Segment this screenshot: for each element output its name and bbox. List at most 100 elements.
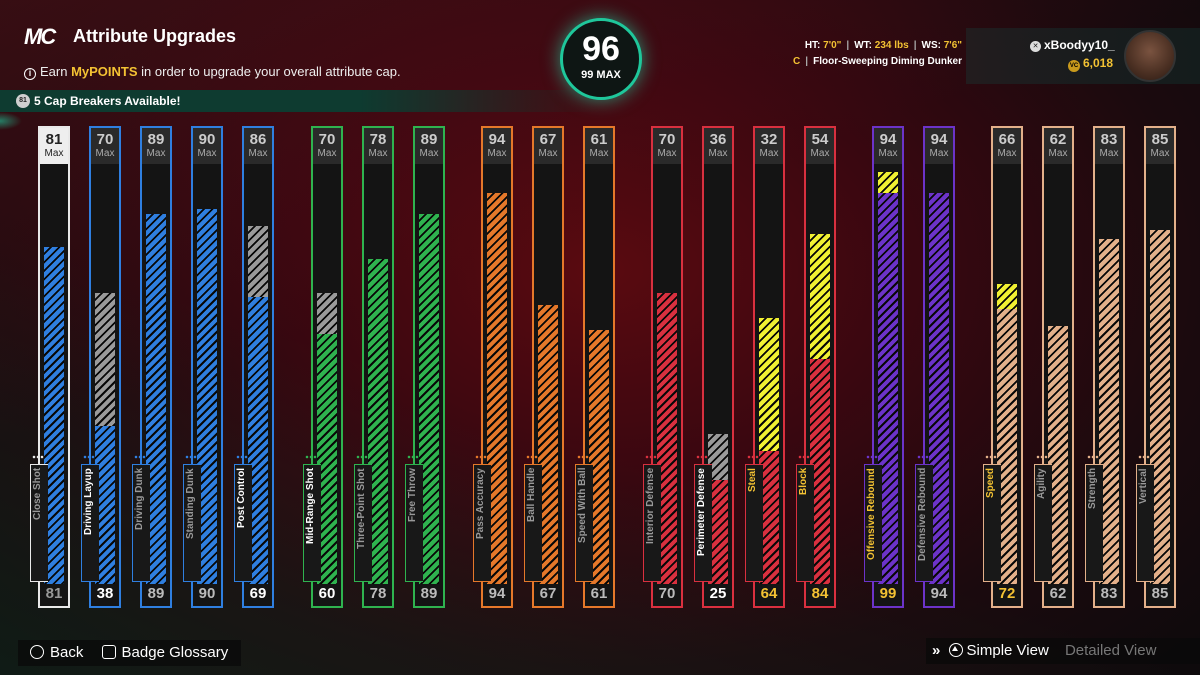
attribute-perimeter-defense[interactable]: 36 Max 25 Perimeter Defense [694, 126, 734, 608]
attribute-max-value: 61 [590, 131, 608, 148]
attribute-current-value: 90 [198, 585, 216, 602]
badge-glossary-label: Badge Glossary [121, 644, 229, 661]
attribute-current-value: 94 [930, 585, 948, 602]
attribute-name: Driving Dunk [134, 468, 145, 531]
attribute-badge-dots [1138, 452, 1150, 462]
attribute-vertical[interactable]: 85 Max 85 Vertical [1136, 126, 1176, 608]
attribute-max-label: Max [997, 148, 1017, 159]
attribute-name: Offensive Rebound [866, 468, 877, 560]
attribute-current-value: 69 [249, 585, 267, 602]
attribute-three-point-shot[interactable]: 78 Max 78 Three-Point Shot [354, 126, 394, 608]
attribute-upgrade-potential-bar [248, 226, 268, 297]
attribute-pass-accuracy[interactable]: 94 Max 94 Pass Accuracy [473, 126, 513, 608]
attribute-current-value: 89 [147, 585, 165, 602]
attribute-agility[interactable]: 62 Max 62 Agility [1034, 126, 1074, 608]
attribute-max-label: Max [248, 148, 268, 159]
attribute-standing-dunk[interactable]: 90 Max 90 Standing Dunk [183, 126, 223, 608]
attribute-current-value: 70 [658, 585, 676, 602]
attribute-name: Interior Defense [645, 468, 656, 545]
attribute-max-value: 81 [45, 131, 63, 148]
attribute-boost-bar [759, 318, 779, 451]
attribute-current-value: 67 [539, 585, 557, 602]
attribute-max-value: 83 [1100, 131, 1118, 148]
badge-glossary-button[interactable]: Badge Glossary [101, 644, 229, 661]
attribute-interior-defense[interactable]: 70 Max 70 Interior Defense [643, 126, 683, 608]
attribute-name: Vertical [1138, 468, 1149, 504]
attribute-current-value: 62 [1049, 585, 1067, 602]
attribute-max-label: Max [1099, 148, 1119, 159]
back-label: Back [50, 644, 84, 661]
attribute-name: Standing Dunk [185, 468, 196, 539]
attribute-max-value: 66 [998, 131, 1016, 148]
attribute-badge-dots [1087, 452, 1099, 462]
attribute-defensive-rebound[interactable]: 94 Max 94 Defensive Rebound [915, 126, 955, 608]
attribute-badge-dots [1036, 452, 1048, 462]
attribute-name: Speed [985, 468, 996, 499]
attribute-max-value: 86 [249, 131, 267, 148]
attribute-name: Pass Accuracy [475, 468, 486, 539]
attribute-max-label: Max [1150, 148, 1170, 159]
attribute-max-value: 90 [198, 131, 216, 148]
attribute-offensive-rebound[interactable]: 94 Max 99 Offensive Rebound [864, 126, 904, 608]
attribute-badge-dots [32, 452, 44, 462]
attribute-badge-dots [356, 452, 368, 462]
attribute-badge-dots [645, 452, 657, 462]
simple-view-button[interactable]: Simple View [948, 642, 1049, 659]
attribute-close-shot[interactable]: 81 Max 81 Close Shot [30, 126, 70, 608]
footer-left: Back Badge Glossary [18, 640, 241, 666]
attribute-name: Post Control [236, 468, 247, 528]
attribute-max-label: Max [589, 148, 609, 159]
attribute-badge-dots [526, 452, 538, 462]
attribute-ball-handle[interactable]: 67 Max 67 Ball Handle [524, 126, 564, 608]
attribute-max-label: Max [197, 148, 217, 159]
attribute-mid-range-shot[interactable]: 70 Max 60 Mid-Range Shot [303, 126, 343, 608]
attribute-name: Three-Point Shot [356, 468, 367, 549]
simple-view-label: Simple View [966, 642, 1049, 659]
attribute-post-control[interactable]: 86 Max 69 Post Control [234, 126, 274, 608]
attribute-max-value: 36 [709, 131, 727, 148]
attribute-max-label: Max [708, 148, 728, 159]
attribute-max-label: Max [878, 148, 898, 159]
attribute-badge-dots [185, 452, 197, 462]
attribute-current-value: 94 [488, 585, 506, 602]
attribute-badge-dots [475, 452, 487, 462]
attribute-max-value: 89 [147, 131, 165, 148]
attribute-max-label: Max [1048, 148, 1068, 159]
attribute-max-value: 32 [760, 131, 778, 148]
attribute-name: Driving Layup [83, 468, 94, 535]
attribute-max-value: 94 [488, 131, 506, 148]
attribute-max-label: Max [538, 148, 558, 159]
attribute-max-label: Max [759, 148, 779, 159]
attribute-name: Ball Handle [526, 468, 537, 523]
attribute-max-value: 85 [1151, 131, 1169, 148]
attribute-max-value: 70 [318, 131, 336, 148]
attribute-current-value: 72 [998, 585, 1016, 602]
attribute-badge-dots [577, 452, 589, 462]
attribute-boost-bar [810, 234, 830, 359]
attribute-speed-with-ball[interactable]: 61 Max 61 Speed With Ball [575, 126, 615, 608]
attribute-max-label: Max [419, 148, 439, 159]
attribute-current-value: 60 [318, 585, 336, 602]
attribute-driving-dunk[interactable]: 89 Max 89 Driving Dunk [132, 126, 172, 608]
detailed-view-button[interactable]: Detailed View [1065, 642, 1156, 659]
attribute-current-value: 25 [709, 585, 727, 602]
attribute-boost-bar [878, 172, 898, 193]
attribute-strength[interactable]: 83 Max 83 Strength [1085, 126, 1125, 608]
attribute-current-value: 61 [590, 585, 608, 602]
attribute-free-throw[interactable]: 89 Max 89 Free Throw [405, 126, 445, 608]
back-button[interactable]: Back [30, 644, 83, 661]
attribute-driving-layup[interactable]: 70 Max 38 Driving Layup [81, 126, 121, 608]
attribute-name: Speed With Ball [577, 468, 588, 544]
attribute-badge-dots [134, 452, 146, 462]
attribute-badge-dots [305, 452, 317, 462]
view-toggle: » Simple View Detailed View [926, 638, 1200, 664]
attribute-current-value: 81 [45, 585, 63, 602]
attribute-steal[interactable]: 32 Max 64 Steal [745, 126, 785, 608]
attribute-speed[interactable]: 66 Max 72 Speed [983, 126, 1023, 608]
attribute-name: Block [798, 468, 809, 496]
attribute-max-value: 62 [1049, 131, 1067, 148]
attribute-current-value: 85 [1151, 585, 1169, 602]
attribute-block[interactable]: 54 Max 84 Block [796, 126, 836, 608]
attribute-current-value: 99 [879, 585, 897, 602]
attribute-current-value: 38 [96, 585, 114, 602]
